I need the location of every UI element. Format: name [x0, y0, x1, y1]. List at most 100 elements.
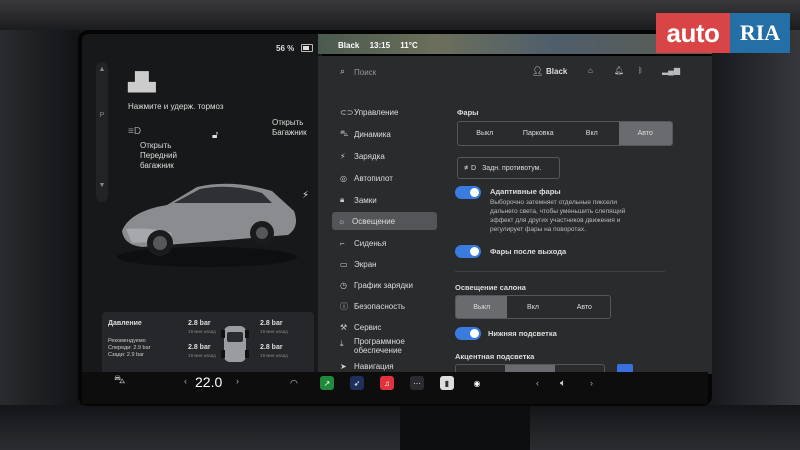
- volume-icon[interactable]: 🔈︎: [560, 378, 566, 389]
- lower-light-label: Нижняя подсветка: [488, 329, 557, 338]
- rear-fog-button[interactable]: ≢D Задн. противотум.: [457, 157, 560, 179]
- nav-label: График зарядки: [354, 280, 413, 290]
- nav-label: Управление: [354, 107, 399, 117]
- car-icon: ⛍: [340, 129, 349, 138]
- stocks-app-icon[interactable]: ↗: [320, 376, 334, 390]
- gear-p: P: [99, 112, 105, 119]
- car-icon[interactable]: ⛍: [114, 374, 125, 388]
- headlights-on[interactable]: Вкл: [565, 122, 619, 145]
- headlight-icon: ≡D: [128, 126, 142, 137]
- tire-rec-front: Спереди: 2.9 bar: [108, 345, 151, 351]
- nav-seats[interactable]: ⌐ Сиденья: [334, 234, 514, 252]
- music-app-icon[interactable]: ♫: [380, 376, 394, 390]
- download-icon: ⤓: [340, 339, 344, 348]
- status-time: 13:15: [369, 41, 391, 50]
- nav-lighting[interactable]: ☼ Освещение: [332, 212, 437, 230]
- cabin-lights-title: Освещение салона: [455, 283, 526, 292]
- nav-service[interactable]: ⚒ Сервис: [334, 318, 514, 336]
- screen-stand: [400, 404, 530, 450]
- steering-wheel-icon: ◎: [340, 173, 347, 183]
- adaptive-headlights-toggle[interactable]: [455, 186, 481, 199]
- profile-name[interactable]: Black: [546, 67, 567, 76]
- charge-port-icon[interactable]: ⚡︎: [302, 190, 309, 201]
- cabin-on[interactable]: Вкл: [507, 296, 558, 318]
- adaptive-desc-line: Выборочно затемняет отдельные пиксели: [490, 199, 617, 206]
- headlights-off[interactable]: Выкл: [458, 122, 512, 145]
- tire-rec-label: Рекомендуемо: [108, 338, 146, 344]
- taskbar: [82, 372, 708, 404]
- rocket-app-icon[interactable]: ➶: [350, 376, 364, 390]
- front-trunk-button[interactable]: Открыть Передний багажник: [140, 141, 177, 171]
- divider: [455, 271, 665, 272]
- bolt-icon: ⚡︎: [340, 151, 346, 161]
- status-profile: Black: [338, 41, 360, 50]
- rear-fog-label: Задн. противотум.: [482, 164, 542, 172]
- temp-up-icon[interactable]: ›: [236, 376, 239, 386]
- toybox-app-icon[interactable]: ▮: [440, 376, 454, 390]
- nav-label: Программное обеспечение: [354, 337, 405, 355]
- nav-label: Навигация: [354, 361, 394, 371]
- headlights-segmented[interactable]: Выкл Парковка Вкл Авто: [457, 121, 673, 146]
- home-icon[interactable]: ⌂: [588, 66, 593, 75]
- nav-locks[interactable]: 🔒︎ Замки: [334, 191, 514, 209]
- nav-label: Замки: [354, 195, 377, 205]
- unlock-icon[interactable]: 🔓︎: [212, 130, 218, 141]
- search-input[interactable]: [354, 64, 494, 80]
- seat-icon: ⌐: [340, 238, 345, 248]
- temp-down-icon[interactable]: ‹: [184, 376, 187, 386]
- nav-label: Освещение: [352, 216, 396, 226]
- gear-down-icon: ▼: [98, 182, 106, 189]
- navigation-icon: ➤: [340, 361, 347, 371]
- exit-lights-toggle[interactable]: [455, 245, 481, 258]
- nav-label: Зарядка: [354, 151, 385, 161]
- gear-selector[interactable]: ▲ P ▼: [96, 62, 108, 202]
- volume-down-icon[interactable]: ‹: [536, 378, 539, 388]
- user-icon[interactable]: 👤︎: [532, 66, 543, 77]
- adaptive-desc-line: регулирует фары на поворотах.: [490, 226, 586, 233]
- cabin-lights-segmented[interactable]: Выкл Вкл Авто: [455, 295, 611, 319]
- search-row: ⌕ 👤︎ Black ⌂ 🔔︎ ᛒ ▂▄▆: [318, 60, 712, 88]
- car-render: [117, 183, 297, 267]
- watermark-ria: RIA: [730, 13, 790, 53]
- brake-hint: Нажмите и удерж. тормоз: [128, 102, 224, 111]
- dashboard-right: [700, 30, 800, 450]
- rear-trunk-button[interactable]: Открыть Багажник: [272, 118, 307, 138]
- nav-label: Динамика: [354, 129, 391, 139]
- nav-controls[interactable]: ⊂⊃ Управление: [334, 103, 514, 121]
- lower-light-toggle[interactable]: [455, 327, 481, 340]
- battery-icon: [301, 44, 313, 52]
- toggle-icon: ⊂⊃: [340, 107, 354, 117]
- exit-lights-label: Фары после выхода: [490, 247, 567, 256]
- display-icon: ▭: [340, 259, 348, 269]
- dashboard-left: [0, 30, 80, 450]
- volume-up-icon[interactable]: ›: [590, 378, 593, 388]
- search-icon[interactable]: ⌕: [340, 66, 345, 77]
- watermark-auto: auto: [656, 13, 730, 53]
- tire-value-rr: 2.8 bar: [260, 344, 283, 351]
- tire-pressure-card[interactable]: Давление Рекомендуемо Спереди: 2.9 bar С…: [102, 312, 314, 374]
- cabin-off[interactable]: Выкл: [456, 296, 508, 318]
- bluetooth-icon[interactable]: ᛒ: [638, 66, 643, 75]
- front-trunk-label-1: Открыть: [140, 141, 172, 150]
- bell-icon[interactable]: 🔔︎: [614, 66, 624, 75]
- headlights-title: Фары: [457, 108, 479, 117]
- more-icon[interactable]: ···: [410, 376, 424, 390]
- seat-icon: ▟▙: [128, 72, 156, 92]
- cabin-temperature[interactable]: 22.0: [195, 374, 222, 390]
- tire-rec-rear: Сзади: 2.9 bar: [108, 352, 145, 358]
- nav-label: Сиденья: [354, 238, 387, 248]
- camera-app-icon[interactable]: ◉: [470, 376, 484, 390]
- vehicle-panel: 56 % ▲ P ▼ ▟▙ Нажмите и удерж. тормоз ≡D…: [82, 34, 322, 374]
- cabin-auto[interactable]: Авто: [559, 296, 610, 318]
- fan-icon[interactable]: ◠: [290, 378, 298, 389]
- rear-trunk-label-2: Багажник: [272, 128, 307, 137]
- headlights-parking[interactable]: Парковка: [512, 122, 566, 145]
- tire-value-fr: 2.8 bar: [260, 320, 283, 327]
- mini-car-icon: [221, 326, 249, 362]
- shield-icon: ⓘ: [340, 301, 348, 311]
- tire-time-rl: 19 мин назад: [188, 353, 216, 358]
- nav-label: Безопасность: [354, 301, 406, 311]
- adaptive-headlights-label: Адаптивные фары: [490, 187, 561, 196]
- sun-icon: ☼: [338, 216, 346, 226]
- headlights-auto[interactable]: Авто: [618, 122, 672, 145]
